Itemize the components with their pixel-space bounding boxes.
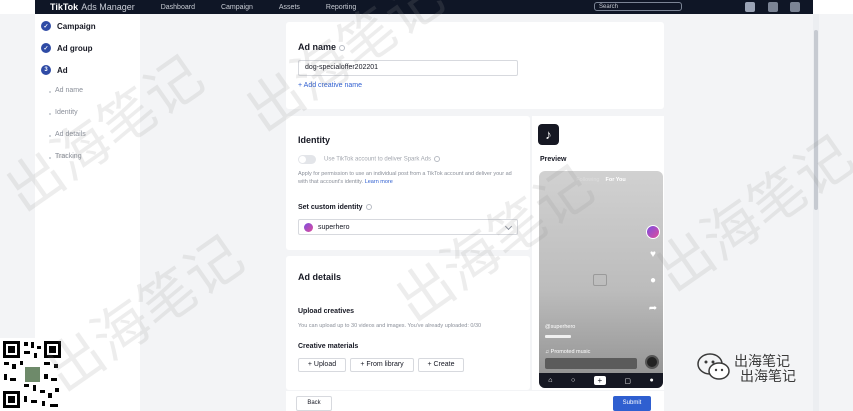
custom-identity-select[interactable]: superhero xyxy=(298,219,518,235)
step-label: Ad group xyxy=(57,43,93,53)
plus-icon: + xyxy=(593,376,606,385)
avatar xyxy=(304,222,313,232)
spark-ads-label: Use TikTok account to deliver Spark Ads xyxy=(324,156,441,163)
step-label: Campaign xyxy=(57,21,96,31)
caption-bar xyxy=(545,335,571,338)
step-campaign[interactable]: ✓ Campaign xyxy=(41,21,96,31)
qr-code-icon xyxy=(0,338,64,411)
notification-icon[interactable] xyxy=(790,2,800,12)
nav-campaign[interactable]: Campaign xyxy=(221,4,253,11)
inbox-icon: ▢ xyxy=(624,377,631,385)
add-creative-name-link[interactable]: + Add creative name xyxy=(298,82,362,89)
learn-more-link[interactable]: Learn more xyxy=(365,179,393,185)
step-ad[interactable]: 3 Ad xyxy=(41,65,68,75)
share-icon: ➦ xyxy=(648,303,658,314)
identity-help-text: Apply for permission to use an individua… xyxy=(298,171,512,185)
comment-icon: ● xyxy=(649,275,657,286)
search-icon: ○ xyxy=(571,377,576,384)
avatar xyxy=(646,225,660,239)
upload-creatives-label: Upload creatives xyxy=(298,308,355,315)
chevron-down-icon xyxy=(504,222,513,231)
scrollbar-thumb[interactable] xyxy=(814,30,818,210)
upload-help-text: You can upload up to 30 videos and image… xyxy=(298,323,482,329)
user-icon[interactable] xyxy=(745,2,755,12)
ad-name-title: Ad name xyxy=(298,42,346,52)
info-icon xyxy=(339,44,346,51)
music-disc-icon xyxy=(645,355,659,369)
check-icon: ✓ xyxy=(41,43,51,53)
creative-materials-label: Creative materials xyxy=(298,343,359,350)
brand-logo[interactable]: TikTok Ads Manager xyxy=(50,2,135,12)
brand-stamp-text-2: 出海笔记 xyxy=(740,368,796,384)
phone-preview: Following For You ♥ ● ➦ @superhero ♫ Prom… xyxy=(539,171,663,388)
wechat-logo-icon xyxy=(697,353,730,380)
preview-label: Preview xyxy=(540,156,567,163)
preview-music: ♫ Promoted music xyxy=(545,349,591,355)
create-button[interactable]: + Create xyxy=(418,358,464,372)
step-label: Ad xyxy=(57,65,68,75)
watermark-overlay: 出海笔记 xyxy=(644,123,853,306)
home-icon: ⌂ xyxy=(548,377,553,384)
top-search-input[interactable]: Search xyxy=(594,2,682,11)
back-button[interactable]: Back xyxy=(296,396,332,411)
preview-handle: @superhero xyxy=(545,324,576,330)
upload-button[interactable]: + Upload xyxy=(298,358,346,372)
check-icon: ✓ xyxy=(41,21,51,31)
sidebar-item-tracking[interactable]: Tracking xyxy=(49,153,82,160)
phone-bottom-nav: ⌂ ○ + ▢ ● xyxy=(539,373,663,388)
from-library-button[interactable]: + From library xyxy=(350,358,414,372)
profile-icon: ● xyxy=(649,377,654,384)
info-icon xyxy=(434,156,441,162)
video-placeholder-icon xyxy=(593,274,607,286)
music-note-icon: ♫ xyxy=(545,349,550,355)
help-icon[interactable] xyxy=(768,2,778,12)
custom-identity-value: superhero xyxy=(318,223,350,231)
feed-tabs: Following For You xyxy=(539,177,663,183)
step-ad-group[interactable]: ✓ Ad group xyxy=(41,43,93,53)
ad-details-title: Ad details xyxy=(298,272,342,282)
nav-dashboard[interactable]: Dashboard xyxy=(161,4,195,11)
tab-following: Following xyxy=(576,177,600,183)
top-nav-bar: TikTok Ads Manager Dashboard Campaign Ass… xyxy=(35,0,813,14)
sidebar-item-ad-details[interactable]: Ad details xyxy=(49,131,86,138)
submit-button[interactable]: Submit xyxy=(613,396,651,411)
info-icon xyxy=(365,204,372,211)
tiktok-logo-icon: ♪ xyxy=(538,124,559,145)
footer-bar xyxy=(286,391,664,411)
tab-for-you: For You xyxy=(605,177,626,183)
custom-identity-label: Set custom identity xyxy=(298,204,372,211)
sidebar-item-ad-name[interactable]: Ad name xyxy=(48,87,83,94)
cta-bar xyxy=(545,358,637,369)
identity-title: Identity xyxy=(298,135,331,145)
nav-reporting[interactable]: Reporting xyxy=(326,4,356,11)
spark-ads-toggle[interactable] xyxy=(298,155,316,164)
heart-icon: ♥ xyxy=(650,249,656,260)
nav-assets[interactable]: Assets xyxy=(279,4,300,11)
sidebar-item-identity[interactable]: Identity xyxy=(49,109,78,116)
ad-name-input[interactable]: dog-specialoffer202201 xyxy=(298,60,518,76)
step-number-badge: 3 xyxy=(41,65,51,75)
